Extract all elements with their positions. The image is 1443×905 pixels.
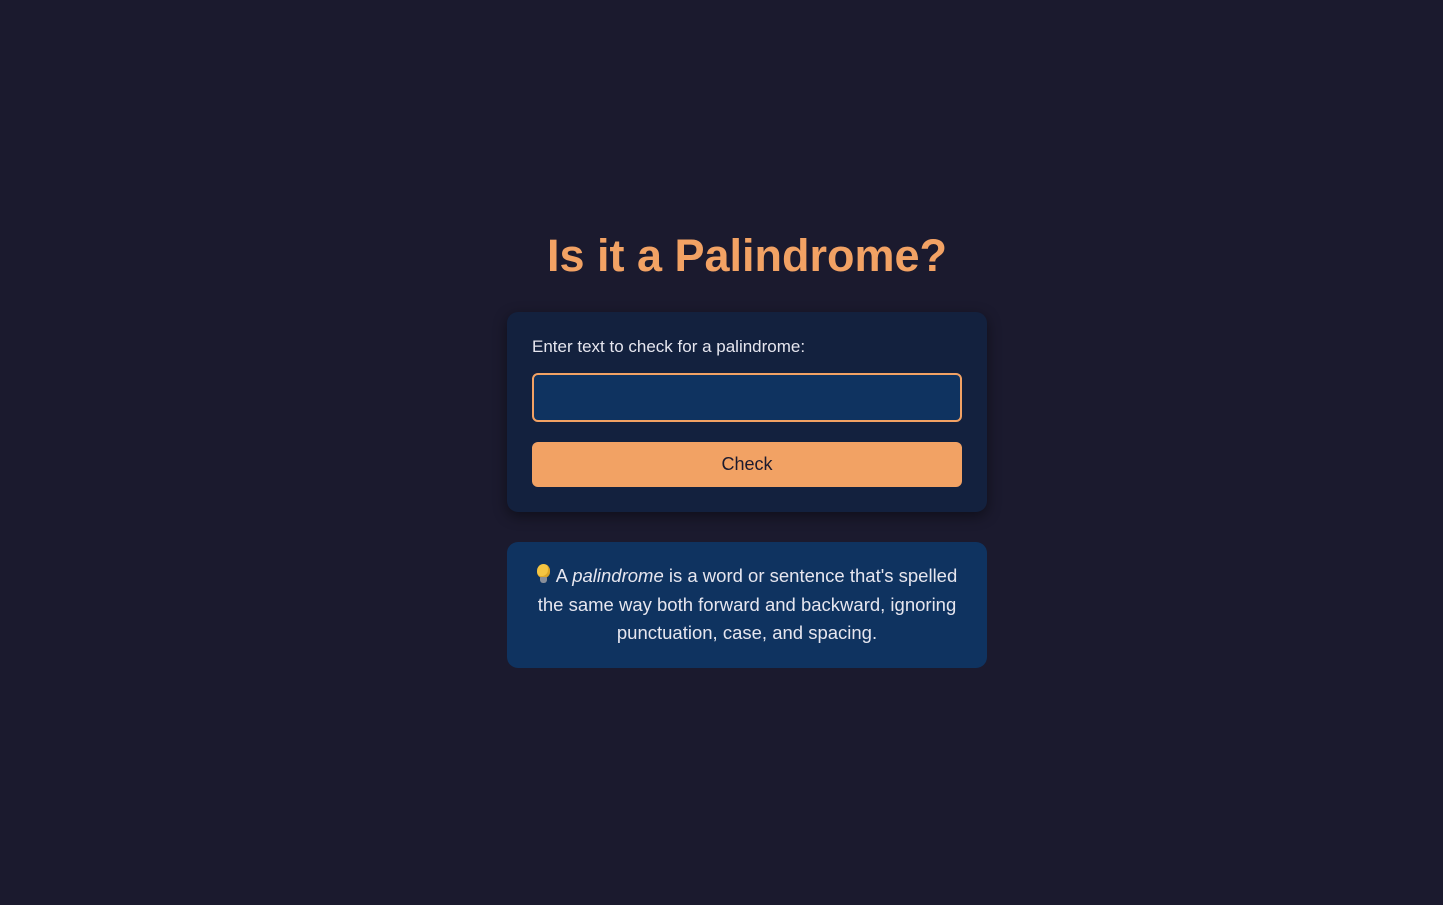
check-button[interactable]: Check [532, 442, 962, 487]
text-input[interactable] [532, 373, 962, 422]
text-input-label: Enter text to check for a palindrome: [532, 337, 806, 356]
palindrome-definition-box: A palindrome is a word or sentence that'… [507, 542, 987, 668]
palindrome-form-card: Enter text to check for a palindrome: Ch… [507, 312, 987, 512]
definition-text-start: A [555, 565, 568, 586]
lightbulb-icon [536, 564, 550, 585]
page: Is it a Palindrome? Enter text to check … [0, 0, 1443, 905]
page-title: Is it a Palindrome? [546, 230, 948, 281]
definition-term: palindrome [572, 565, 664, 586]
